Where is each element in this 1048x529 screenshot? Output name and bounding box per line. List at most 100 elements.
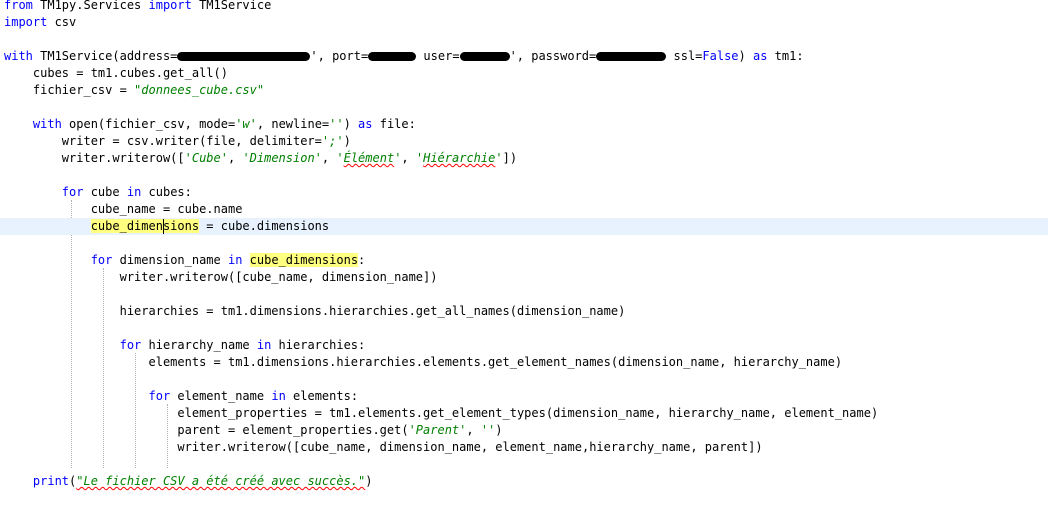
current-code-line: cube_dimensions = cube.dimensions: [0, 218, 1048, 235]
keyword: as: [358, 117, 373, 131]
code-text: file:: [372, 117, 416, 131]
string-literal: ': [495, 151, 503, 165]
keyword: for: [61, 185, 84, 199]
keyword: in: [227, 253, 243, 267]
code-text: = cube.dimensions: [199, 219, 330, 233]
code-line: with open(fichier_csv, mode='w', newline…: [0, 116, 1048, 133]
code-line: from TM1py.Services import TM1Service: [0, 0, 1048, 14]
code-text: user=: [416, 49, 460, 63]
keyword: in: [271, 389, 286, 403]
code-text: ): [365, 474, 373, 488]
code-line: hierarchies = tm1.dimensions.hierarchies…: [4, 304, 626, 318]
string-literal: '': [480, 423, 496, 437]
code-text: ]): [502, 151, 518, 165]
keyword: print: [32, 474, 70, 488]
string-literal: 'Parent': [408, 423, 467, 437]
code-line: writer.writerow([cube_name, dimension_na…: [4, 270, 438, 284]
string-literal: 'Dimension': [242, 151, 322, 165]
keyword: with: [4, 49, 33, 63]
redaction-mark: [596, 52, 667, 61]
code-line: with TM1Service(address= ', port= user= ',…: [0, 48, 1048, 65]
code-text: hierarchies:: [271, 338, 366, 352]
code-text: ,: [321, 151, 337, 165]
code-line: for element_name in elements:: [0, 388, 1048, 405]
code-text: dimension_name: [112, 253, 228, 267]
code-line: elements = tm1.dimensions.hierarchies.el…: [4, 355, 843, 369]
code-line: writer.writerow([cube_name, dimension_na…: [4, 440, 763, 454]
keyword: in: [126, 185, 142, 199]
keyword: from: [4, 0, 33, 12]
code-text: , newline=: [256, 117, 330, 131]
code-line: for dimension_name in cube_dimensions:: [0, 252, 1048, 269]
redaction-mark: [368, 52, 417, 61]
code-text: csv: [47, 15, 77, 29]
code-text: tm1:: [767, 49, 804, 63]
code-line: fichier_csv = "donnees_cube.csv": [0, 82, 1048, 99]
code-text: cubes:: [141, 185, 192, 199]
code-text: :: [358, 253, 366, 267]
string-literal: "donnees_cube.csv": [134, 83, 265, 97]
code-line: print("Le fichier CSV a été créé avec su…: [0, 473, 1048, 490]
code-text: ): [495, 423, 503, 437]
code-text: TM1Service(address=: [32, 49, 178, 63]
code-line: cube_name = cube.name: [4, 202, 243, 216]
keyword: for: [148, 389, 171, 403]
string-literal: ';': [321, 134, 344, 148]
string-literal: 'w': [235, 117, 257, 131]
code-text: hierarchy_name: [141, 338, 257, 352]
keyword: with: [32, 117, 62, 131]
text-caret: [163, 219, 164, 234]
code-text: ssl=: [666, 49, 703, 63]
code-line: writer = csv.writer(file, delimiter=';'): [0, 133, 1048, 150]
keyword: import: [148, 0, 192, 12]
code-text: cube: [83, 185, 127, 199]
code-text: TM1py.Services: [32, 0, 149, 12]
string-literal: "Le fichier CSV a été créé avec succès.": [76, 474, 366, 488]
code-text: ,: [227, 151, 243, 165]
code-text: ', password=: [509, 49, 597, 63]
code-text: ,: [401, 151, 416, 165]
keyword: as: [752, 49, 768, 63]
keyword: in: [256, 338, 272, 352]
code-line: writer.writerow(['Cube', 'Dimension', 'É…: [0, 150, 1048, 167]
code-line: element_properties = tm1.elements.get_el…: [4, 406, 879, 420]
keyword: for: [90, 253, 113, 267]
keyword: False: [702, 49, 739, 63]
identifier-highlight: cube_dimensions: [90, 219, 200, 233]
code-line: cubes = tm1.cubes.get_all(): [4, 66, 228, 80]
keyword: import: [4, 15, 48, 29]
code-text: writer.writerow([: [4, 151, 185, 165]
redaction-mark: [459, 52, 510, 61]
keyword: for: [119, 338, 142, 352]
code-text: ): [343, 117, 359, 131]
code-text: ): [738, 49, 753, 63]
code-text: open(fichier_csv, mode=: [61, 117, 236, 131]
string-literal: 'Cube': [184, 151, 228, 165]
code-line: for hierarchy_name in hierarchies:: [0, 337, 1048, 354]
code-text: ,: [466, 423, 481, 437]
code-line: import csv: [0, 14, 1048, 31]
code-text: parent = element_properties.get(: [4, 423, 409, 437]
code-text: fichier_csv =: [4, 83, 135, 97]
string-literal: ': [336, 151, 344, 165]
identifier-highlight: cube_dimensions: [249, 253, 359, 267]
code-line: for cube in cubes:: [0, 184, 1048, 201]
code-line: parent = element_properties.get('Parent'…: [0, 422, 1048, 439]
string-literal: '': [329, 117, 344, 131]
code-text: ): [343, 134, 351, 148]
code-text: writer = csv.writer(file, delimiter=: [4, 134, 322, 148]
spellcheck-word: Hiérarchie: [423, 151, 496, 165]
code-text: ', port=: [310, 49, 369, 63]
code-editor[interactable]: from TM1py.Services import TM1Service im…: [0, 0, 1048, 529]
redaction-mark: [177, 52, 311, 61]
spellcheck-word: Élément: [343, 151, 395, 165]
code-text: elements:: [285, 389, 359, 403]
code-text: element_name: [170, 389, 272, 403]
